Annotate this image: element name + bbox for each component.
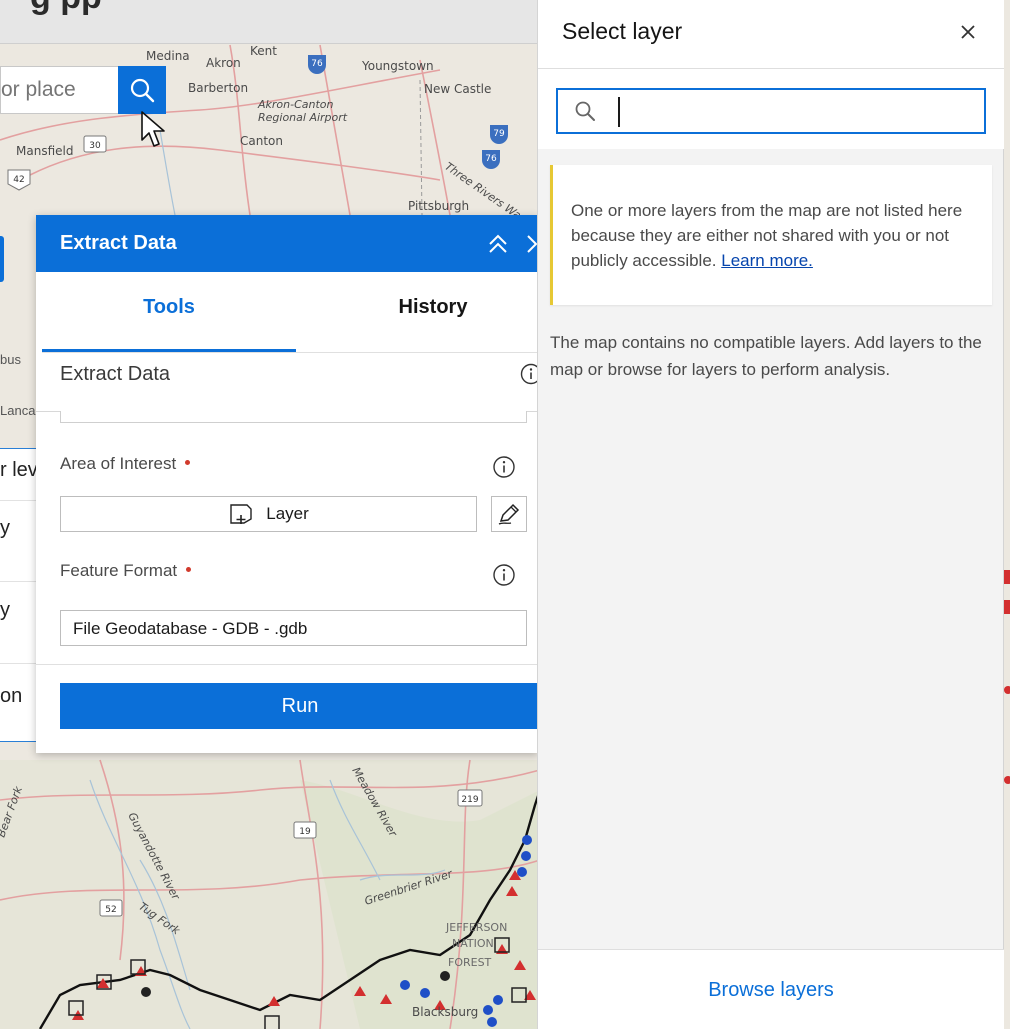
scrolled-field — [60, 411, 527, 423]
app-header: g pp — [0, 0, 540, 44]
layer-search-input[interactable] — [624, 96, 974, 126]
list-divider — [0, 663, 40, 664]
map-label-kent: Kent — [250, 44, 277, 58]
map-label-jefferson: JEFFERSON — [445, 921, 507, 934]
list-item[interactable]: y — [0, 599, 10, 622]
map-label-forest: FOREST — [448, 956, 492, 969]
list-divider — [0, 500, 40, 501]
info-icon[interactable] — [520, 363, 538, 385]
tab-history[interactable]: History — [306, 296, 538, 319]
select-layer-footer: Browse layers — [538, 949, 1004, 1029]
left-peek-lanca: Lanca — [0, 403, 36, 418]
left-peek-bus: bus — [0, 352, 21, 367]
app-title: g pp — [30, 0, 102, 17]
extract-tabs: Tools History — [42, 272, 538, 353]
shield-label-30: 30 — [89, 141, 101, 151]
extract-section-title: Extract Data — [60, 363, 171, 385]
required-indicator — [185, 460, 191, 466]
notice-message: One or more layers from the map are not … — [571, 198, 981, 273]
shield-label-79: 79 — [493, 129, 505, 139]
learn-more-link[interactable]: Learn more. — [721, 251, 813, 270]
shield-label-76b: 76 — [485, 154, 497, 164]
map-label-canton: Canton — [240, 134, 283, 148]
map-search-input[interactable] — [1, 67, 118, 113]
chevron-right-icon[interactable] — [522, 232, 538, 256]
left-layer-list: r lev y y on — [0, 448, 40, 742]
map-search-box[interactable] — [0, 66, 118, 114]
map-label-akron-canton: Akron-Canton — [257, 98, 334, 111]
feature-format-select[interactable]: File Geodatabase - GDB - .gdb — [60, 610, 527, 646]
map-label-blacksburg: Blacksburg — [412, 1005, 478, 1019]
mouse-cursor-icon — [141, 111, 165, 147]
run-button[interactable]: Run — [60, 683, 538, 729]
draw-area-button[interactable] — [491, 496, 527, 532]
shield-label-52: 52 — [105, 905, 116, 915]
extract-data-panel: Extract Data Tools History Extract Data … — [36, 215, 538, 753]
feature-format-text: Feature Format — [60, 561, 178, 580]
footer-divider — [36, 664, 538, 665]
extract-panel-header: Extract Data — [36, 215, 538, 272]
map-label-mansfield: Mansfield — [16, 144, 73, 158]
map-label-pittsburgh: Pittsburgh — [408, 199, 469, 213]
shield-label-42: 42 — [13, 175, 24, 185]
close-icon[interactable] — [958, 22, 978, 42]
layer-search-area — [538, 69, 1004, 149]
select-layer-label: Layer — [266, 504, 309, 523]
layer-search-box[interactable] — [556, 88, 986, 134]
info-icon[interactable] — [492, 455, 516, 479]
shield-label-76: 76 — [311, 59, 323, 69]
extract-panel-title: Extract Data — [60, 232, 177, 254]
area-of-interest-text: Area of Interest — [60, 454, 177, 473]
feature-format-label: Feature Format — [60, 561, 192, 581]
search-icon — [130, 78, 155, 103]
add-layer-icon — [230, 504, 252, 524]
no-layers-message: The map contains no compatible layers. A… — [550, 333, 982, 379]
map-label-regional-airport: Regional Airport — [258, 111, 348, 124]
map-label-akron: Akron — [206, 56, 241, 70]
search-icon — [575, 101, 595, 121]
browse-layers-button[interactable]: Browse layers — [538, 979, 1004, 1002]
active-tab-indicator — [42, 349, 296, 352]
select-layer-title: Select layer — [562, 18, 683, 44]
map-label-barberton: Barberton — [188, 81, 248, 95]
notice-box: One or more layers from the map are not … — [550, 165, 992, 305]
select-layer-panel: Select layer One or more layers from the… — [537, 0, 1004, 1029]
required-indicator — [186, 567, 192, 573]
side-panel-tab[interactable] — [0, 236, 4, 282]
select-layer-header: Select layer — [538, 0, 1004, 69]
collapse-up-icon[interactable] — [486, 232, 510, 256]
map-search-button[interactable] — [118, 66, 166, 114]
area-of-interest-label: Area of Interest — [60, 454, 191, 474]
list-divider — [0, 581, 40, 582]
map-label-youngstown: Youngstown — [361, 59, 434, 73]
text-caret — [618, 97, 620, 127]
list-item[interactable]: r lev — [0, 459, 38, 482]
shield-label-219: 219 — [461, 795, 478, 805]
map-label-national: NATION — [452, 937, 494, 950]
list-item[interactable]: y — [0, 517, 10, 540]
map-label-new-castle: New Castle — [424, 82, 491, 96]
draw-pencil-icon — [498, 503, 520, 525]
shield-label-19: 19 — [299, 827, 311, 837]
map-label-medina: Medina — [146, 49, 190, 63]
list-item[interactable]: on — [0, 685, 22, 708]
info-icon[interactable] — [492, 563, 516, 587]
select-layer-button[interactable]: Layer — [60, 496, 477, 532]
tab-tools[interactable]: Tools — [42, 296, 296, 319]
